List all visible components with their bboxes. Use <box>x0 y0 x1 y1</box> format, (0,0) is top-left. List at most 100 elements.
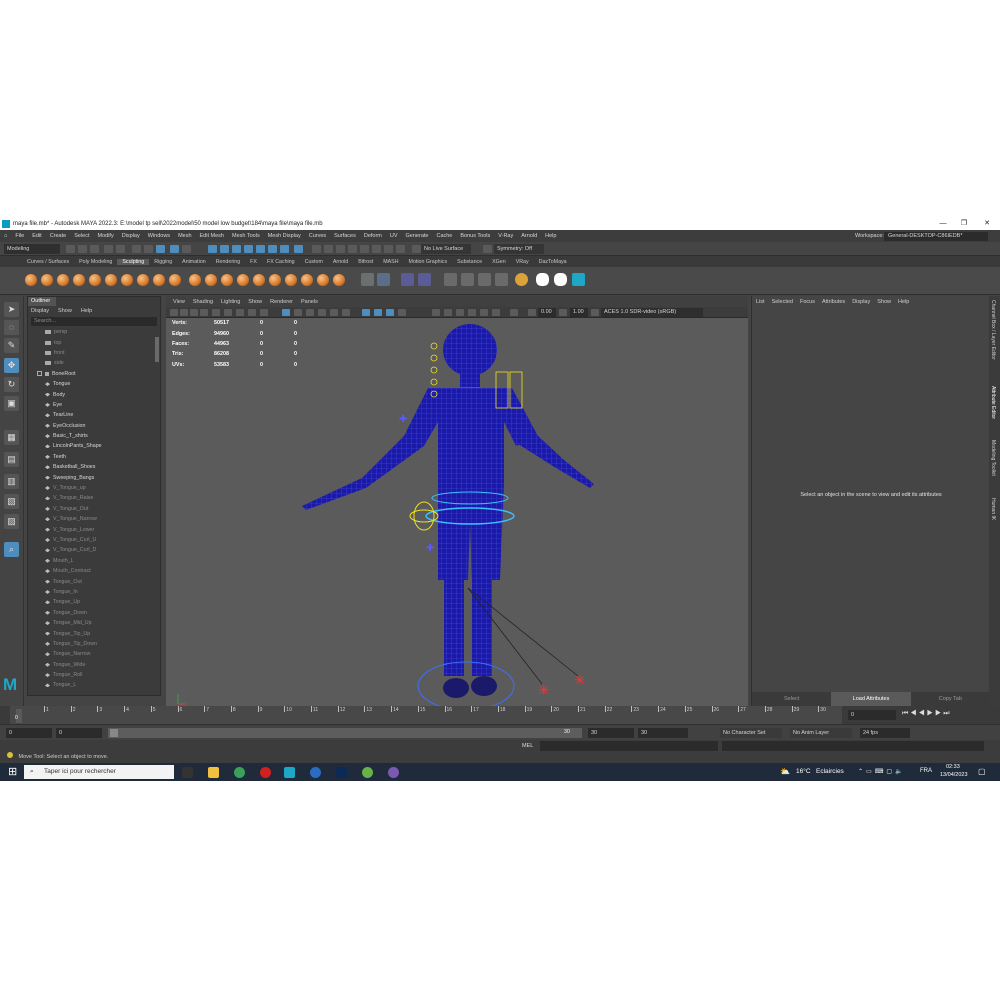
textured-icon[interactable] <box>318 309 326 316</box>
xray-active-icon[interactable] <box>386 309 394 316</box>
outliner-item[interactable]: Eye <box>45 400 160 410</box>
perspective-viewport[interactable]: Verts: 50517 0 0 Edges: 94960 0 0 Faces: 44963 0… <box>166 318 748 706</box>
select-button[interactable]: Select <box>752 692 831 706</box>
depth-of-field-icon[interactable] <box>468 309 476 316</box>
outliner-item[interactable]: Tongue_Wide <box>45 660 160 670</box>
attr-menu-display[interactable]: Display <box>852 299 870 305</box>
outliner-menu-display[interactable]: Display <box>31 308 49 314</box>
mask-tool-icon[interactable] <box>333 274 345 286</box>
open-scene-icon[interactable] <box>78 245 87 253</box>
menu-deform[interactable]: Deform <box>360 233 386 239</box>
snap-point-icon[interactable] <box>336 245 345 253</box>
shelf-tab-vray[interactable]: VRay <box>511 259 534 265</box>
mask-joints-icon[interactable] <box>208 245 217 253</box>
symmetry-select[interactable]: Symmetry: Off <box>494 244 544 254</box>
outliner-item[interactable]: Tongue_Out <box>45 576 160 586</box>
shelf-tab-substance[interactable]: Substance <box>452 259 487 265</box>
repeat-tool-icon[interactable] <box>153 274 165 286</box>
animation-start-field[interactable]: 0 <box>6 728 52 738</box>
bookmarks-icon[interactable] <box>190 309 198 316</box>
undo-icon[interactable] <box>104 245 113 253</box>
weather-text[interactable]: Eclaircies <box>816 768 844 775</box>
snap-curve-icon[interactable] <box>324 245 333 253</box>
spray-tool-icon[interactable] <box>137 274 149 286</box>
pinch-tool-icon[interactable] <box>89 274 101 286</box>
outliner-item[interactable]: V_Tongue_up <box>45 483 160 493</box>
workspace-select[interactable]: General-DESKTOP-C86IEDB* <box>884 231 988 241</box>
outliner-item-boneroot[interactable]: BoneRoot <box>37 369 160 379</box>
unfreeze-tool-icon[interactable] <box>317 274 329 286</box>
outliner-scrollbar[interactable] <box>155 337 159 362</box>
shelf-tab-fx-caching[interactable]: FX Caching <box>262 259 300 265</box>
imprint-tool-icon[interactable] <box>169 274 181 286</box>
mesh-retopo-icon[interactable] <box>495 273 508 286</box>
menu-edit[interactable]: Edit <box>28 233 45 239</box>
mask-face-icon[interactable] <box>554 273 567 286</box>
notifications-icon[interactable]: ▢ <box>978 767 986 776</box>
outliner-item[interactable]: Tongue_Narrow <box>45 649 160 659</box>
2d-pan-icon[interactable] <box>212 309 220 316</box>
shelf-tab-xgen[interactable]: XGen <box>487 259 511 265</box>
gamma-field[interactable]: 1.00 <box>570 308 588 317</box>
system-tray-icons[interactable]: ⌃▭⌨▢🔈 <box>858 768 906 775</box>
shelf-tab-bifrost[interactable]: Bifrost <box>353 259 378 265</box>
viewport-menu-shading[interactable]: Shading <box>189 299 217 305</box>
outliner-camera-side[interactable]: side <box>45 358 160 368</box>
temperature[interactable]: 16°C <box>796 768 811 775</box>
shelf-tab-arnold[interactable]: Arnold <box>328 259 353 265</box>
save-scene-icon[interactable] <box>90 245 99 253</box>
film-gate-icon[interactable] <box>248 309 256 316</box>
attr-menu-attributes[interactable]: Attributes <box>822 299 845 305</box>
viewport-menu-renderer[interactable]: Renderer <box>266 299 297 305</box>
knife-tool-icon[interactable] <box>237 274 249 286</box>
menu-generate[interactable]: Generate <box>402 233 433 239</box>
menu-file[interactable]: File <box>11 233 28 239</box>
outliner-item[interactable]: Tongue <box>45 379 160 389</box>
grab-tool-icon[interactable] <box>73 274 85 286</box>
select-component-icon[interactable] <box>156 245 165 253</box>
live-surface-field[interactable]: No Live Surface <box>421 244 471 254</box>
outliner-item[interactable]: V_Tongue_Lower <box>45 524 160 534</box>
mesh-smooth-icon[interactable] <box>461 273 474 286</box>
playback-controls[interactable]: ⏮◀◀▶▶⏭ <box>902 710 952 718</box>
grease-pencil-icon[interactable] <box>224 309 232 316</box>
snap-view-plane-icon[interactable] <box>348 245 357 253</box>
command-input[interactable] <box>540 741 718 751</box>
fps-select[interactable]: 24 fps <box>860 728 910 738</box>
menu-surfaces[interactable]: Surfaces <box>330 233 360 239</box>
side-tab-human-ik[interactable]: Human IK <box>990 498 996 520</box>
live-surface-icon[interactable] <box>412 245 421 253</box>
side-tab-channel-box[interactable]: Channel Box / Layer Editor <box>990 300 996 360</box>
attr-menu-help[interactable]: Help <box>898 299 909 305</box>
select-tool-icon[interactable]: ➤ <box>4 302 19 317</box>
pose-space-icon[interactable] <box>401 273 414 286</box>
mask-misc-icon[interactable] <box>280 245 289 253</box>
outliner-item[interactable]: V_Tongue_Curl_U <box>45 535 160 545</box>
paint-select-icon[interactable]: ✎ <box>4 338 19 353</box>
maximize-button[interactable]: ❐ <box>953 218 975 230</box>
flatten-tool-icon[interactable] <box>105 274 117 286</box>
outliner-item[interactable]: Tongue_L <box>45 680 160 690</box>
menu-select[interactable]: Select <box>70 233 93 239</box>
menu-mesh-display[interactable]: Mesh Display <box>264 233 305 239</box>
snap-grid-icon[interactable] <box>312 245 321 253</box>
app-c-icon[interactable] <box>310 767 321 778</box>
smooth-tool-icon[interactable] <box>41 274 53 286</box>
outliner-item[interactable]: Basketball_Shoes <box>45 462 160 472</box>
mask-curves-icon[interactable] <box>220 245 229 253</box>
lock-selection-icon[interactable] <box>182 245 191 253</box>
expand-icon[interactable] <box>37 371 42 377</box>
side-tab-attribute-editor[interactable]: Attribute Editor <box>990 386 996 419</box>
input-language[interactable]: FRA <box>920 768 932 774</box>
gamma-icon[interactable] <box>559 309 567 316</box>
shelf-tab-curves-surfaces[interactable]: Curves / Surfaces <box>22 259 74 265</box>
animation-end-field[interactable]: 30 <box>638 728 688 738</box>
mask-deformers-icon[interactable] <box>244 245 253 253</box>
anim-layer-select[interactable]: No Anim Layer <box>790 728 852 738</box>
outliner-item[interactable]: Body <box>45 389 160 399</box>
symmetry-icon[interactable] <box>483 245 492 253</box>
menu-cache[interactable]: Cache <box>432 233 456 239</box>
outliner-item[interactable]: Tongue_Tip_Up <box>45 628 160 638</box>
search-tool-icon[interactable]: ⌕ <box>4 542 19 557</box>
playback-end-field[interactable]: 30 <box>588 728 634 738</box>
